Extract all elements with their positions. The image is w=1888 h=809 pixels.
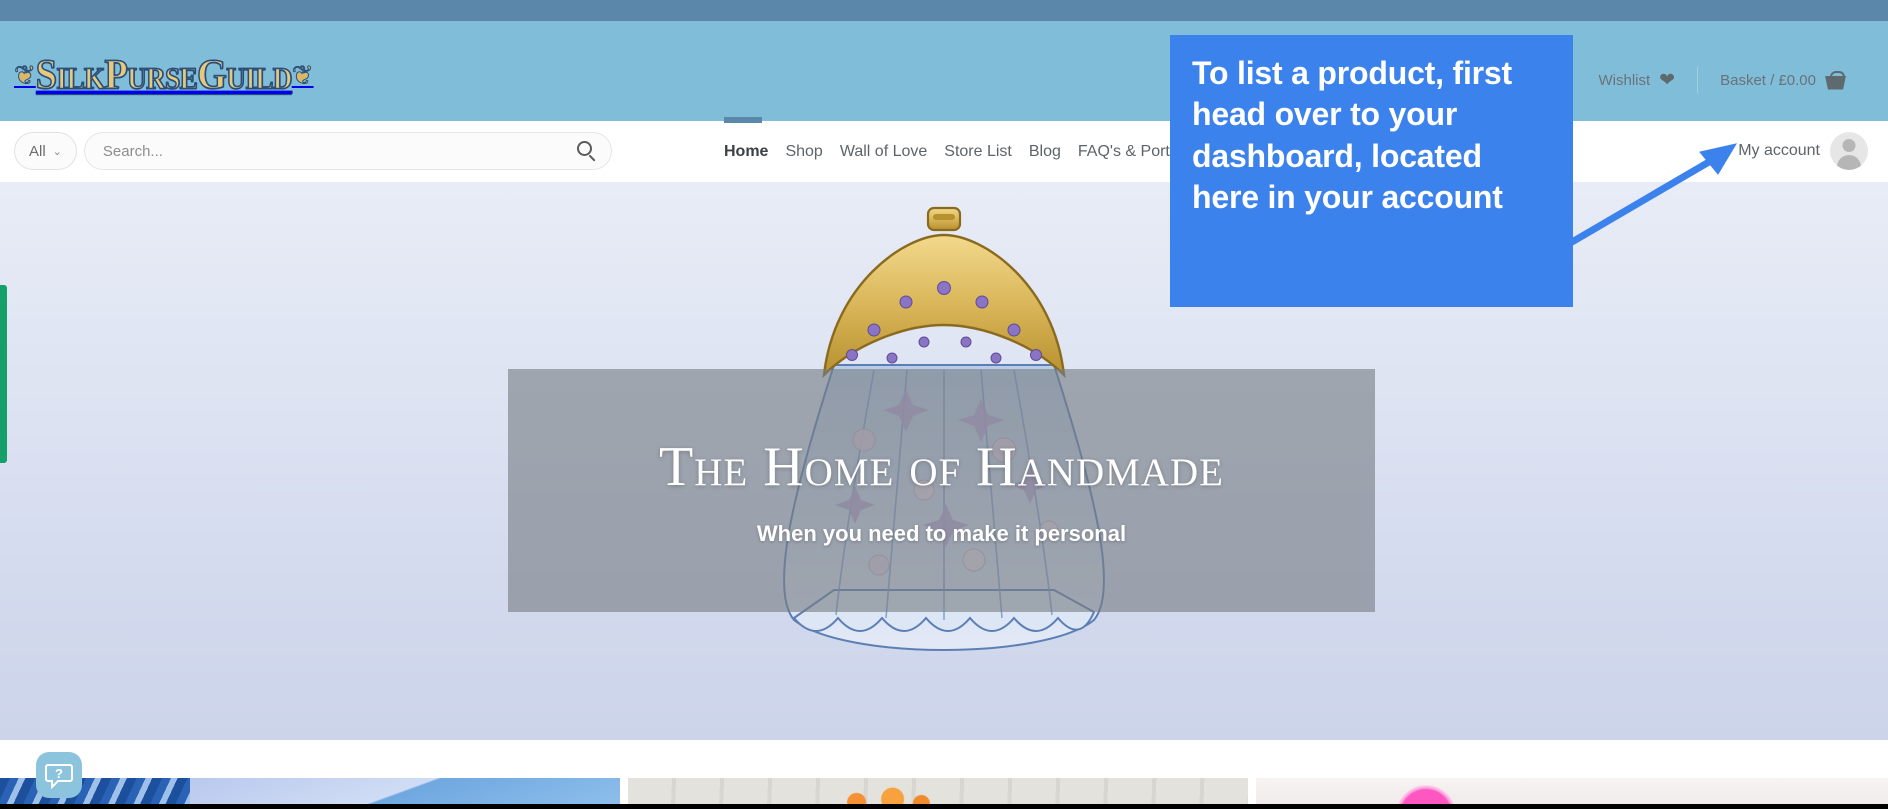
nav-item-store-list[interactable]: Store List xyxy=(944,143,1012,161)
search-box xyxy=(83,132,612,170)
header-utility-links: Wishlist ❤ Basket / £0.00 xyxy=(1577,67,1869,93)
basket-label: Basket / £0.00 xyxy=(1720,71,1816,89)
top-utility-bar xyxy=(0,0,1888,21)
site-logo[interactable]: ❦ SilkPurseGuild ❦ xyxy=(14,47,344,103)
nav-item-shop[interactable]: Shop xyxy=(785,143,822,161)
search-category-dropdown[interactable]: All ⌄ xyxy=(14,132,77,170)
main-navigation-bar: All ⌄ Home Shop Wall of Love Store List … xyxy=(0,117,1888,182)
logo-flourish-left: ❦ xyxy=(14,60,37,90)
hero-title: The Home of Handmade xyxy=(659,435,1224,498)
hero-caption: The Home of Handmade When you need to ma… xyxy=(508,369,1375,612)
svg-text:?: ? xyxy=(55,766,63,781)
hero-banner: The Home of Handmade When you need to ma… xyxy=(0,182,1888,740)
content-tiles-strip xyxy=(0,740,1888,809)
wishlist-link[interactable]: Wishlist ❤ xyxy=(1577,67,1698,93)
search-category-label: All xyxy=(29,142,46,160)
help-chat-button[interactable]: ? xyxy=(36,752,82,798)
annotation-callout-text: To list a product, first head over to yo… xyxy=(1192,55,1512,215)
nav-item-faqs-portal-label: FAQ's & Portal xyxy=(1077,142,1183,160)
annotation-callout-box: To list a product, first head over to yo… xyxy=(1170,35,1573,307)
wishlist-label: Wishlist xyxy=(1598,71,1651,89)
search-submit-button[interactable] xyxy=(575,140,599,164)
page-root: ❦ SilkPurseGuild ❦ Wishlist ❤ Basket / £… xyxy=(0,0,1888,809)
nav-item-wall-of-love[interactable]: Wall of Love xyxy=(840,143,927,161)
basket-link[interactable]: Basket / £0.00 xyxy=(1697,67,1868,93)
heart-icon: ❤ xyxy=(1659,69,1676,91)
question-chat-icon: ? xyxy=(45,764,73,789)
search-icon xyxy=(576,141,592,156)
search-area: All ⌄ xyxy=(14,132,612,170)
bottom-edge-bar xyxy=(0,804,1888,809)
user-avatar-icon[interactable] xyxy=(1830,132,1868,170)
nav-item-home[interactable]: Home xyxy=(724,143,768,161)
site-header: ❦ SilkPurseGuild ❦ Wishlist ❤ Basket / £… xyxy=(0,21,1888,121)
my-account-link[interactable]: My account xyxy=(1738,132,1868,170)
logo-flourish-right: ❦ xyxy=(291,60,314,90)
side-feedback-tab[interactable] xyxy=(0,285,7,463)
my-account-label: My account xyxy=(1738,142,1820,159)
nav-item-blog[interactable]: Blog xyxy=(1029,143,1061,161)
chevron-down-icon: ⌄ xyxy=(52,145,62,158)
search-input[interactable] xyxy=(84,133,611,169)
nav-links: Home Shop Wall of Love Store List Blog F… xyxy=(724,121,1195,182)
basket-icon xyxy=(1825,70,1846,90)
logo-wordmark: SilkPurseGuild xyxy=(35,51,293,100)
hero-subtitle: When you need to make it personal xyxy=(756,520,1127,546)
